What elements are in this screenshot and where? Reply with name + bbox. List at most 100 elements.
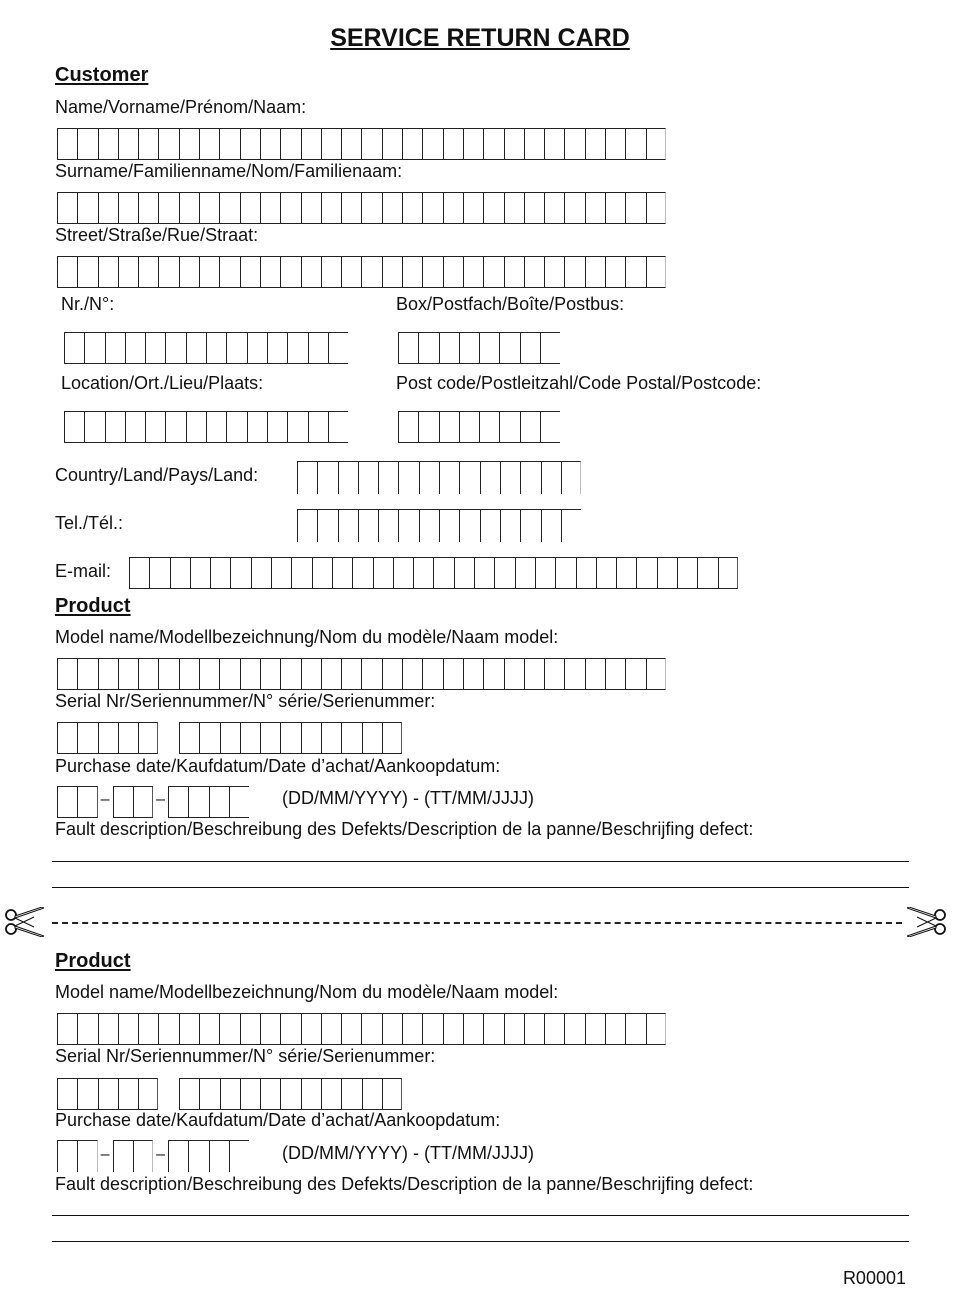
character-cell[interactable] (337, 509, 358, 542)
character-cell[interactable] (398, 461, 419, 494)
character-cell[interactable] (266, 332, 288, 364)
character-cell[interactable] (560, 461, 582, 494)
character-cell[interactable] (523, 658, 545, 690)
character-cell[interactable] (422, 128, 443, 160)
character-cell[interactable] (199, 1013, 220, 1045)
character-cell[interactable] (239, 658, 260, 690)
character-cell[interactable] (138, 722, 159, 754)
character-cell[interactable] (145, 332, 166, 364)
character-cell[interactable] (185, 411, 207, 443)
character-cell[interactable] (280, 1013, 301, 1045)
character-cell[interactable] (188, 786, 209, 818)
character-cell[interactable] (523, 192, 545, 224)
box-field[interactable] (398, 332, 561, 364)
character-cell[interactable] (697, 557, 718, 589)
character-cell[interactable] (178, 658, 200, 690)
name-field[interactable] (57, 128, 666, 160)
character-cell[interactable] (341, 256, 362, 288)
character-cell[interactable] (280, 722, 301, 754)
character-cell[interactable] (132, 786, 154, 818)
character-cell[interactable] (97, 1078, 118, 1110)
character-cell[interactable] (117, 1078, 139, 1110)
character-cell[interactable] (625, 256, 646, 288)
surname-field[interactable] (57, 192, 666, 224)
character-cell[interactable] (453, 557, 475, 589)
character-cell[interactable] (341, 658, 362, 690)
character-cell[interactable] (77, 1078, 98, 1110)
character-cell[interactable] (413, 557, 434, 589)
character-cell[interactable] (57, 1013, 78, 1045)
character-cell[interactable] (483, 658, 504, 690)
character-cell[interactable] (266, 411, 288, 443)
character-cell[interactable] (584, 192, 606, 224)
character-cell[interactable] (287, 332, 308, 364)
character-cell[interactable] (514, 557, 535, 589)
character-cell[interactable] (280, 192, 301, 224)
date-month-field[interactable] (112, 786, 154, 818)
character-cell[interactable] (158, 1013, 179, 1045)
character-cell[interactable] (104, 332, 125, 364)
character-cell[interactable] (145, 411, 166, 443)
character-cell[interactable] (239, 1078, 261, 1110)
character-cell[interactable] (178, 1013, 200, 1045)
character-cell[interactable] (433, 557, 454, 589)
character-cell[interactable] (321, 1078, 342, 1110)
character-cell[interactable] (442, 192, 463, 224)
character-cell[interactable] (138, 192, 159, 224)
character-cell[interactable] (117, 256, 139, 288)
character-cell[interactable] (462, 658, 484, 690)
character-cell[interactable] (625, 1013, 646, 1045)
character-cell[interactable] (206, 332, 227, 364)
character-cell[interactable] (564, 128, 585, 160)
character-cell[interactable] (605, 256, 626, 288)
character-cell[interactable] (499, 332, 520, 364)
character-cell[interactable] (523, 1013, 545, 1045)
character-cell[interactable] (341, 1013, 362, 1045)
character-cell[interactable] (519, 411, 541, 443)
character-cell[interactable] (479, 461, 500, 494)
character-cell[interactable] (219, 128, 240, 160)
character-cell[interactable] (300, 1078, 322, 1110)
character-cell[interactable] (361, 1078, 382, 1110)
character-cell[interactable] (117, 128, 139, 160)
character-cell[interactable] (57, 192, 78, 224)
character-cell[interactable] (520, 461, 541, 494)
character-cell[interactable] (300, 1013, 321, 1045)
character-cell[interactable] (300, 128, 321, 160)
character-cell[interactable] (280, 128, 301, 160)
character-cell[interactable] (462, 1013, 484, 1045)
character-cell[interactable] (519, 332, 541, 364)
character-cell[interactable] (402, 658, 423, 690)
character-cell[interactable] (439, 461, 460, 494)
character-cell[interactable] (625, 658, 646, 690)
character-cell[interactable] (179, 722, 200, 754)
character-cell[interactable] (636, 557, 657, 589)
character-cell[interactable] (57, 1140, 78, 1172)
character-cell[interactable] (656, 557, 678, 589)
character-cell[interactable] (97, 256, 118, 288)
character-cell[interactable] (462, 192, 484, 224)
character-cell[interactable] (77, 722, 98, 754)
character-cell[interactable] (483, 192, 504, 224)
character-cell[interactable] (260, 1078, 281, 1110)
character-cell[interactable] (361, 1013, 382, 1045)
character-cell[interactable] (499, 411, 520, 443)
character-cell[interactable] (361, 658, 382, 690)
character-cell[interactable] (483, 128, 504, 160)
character-cell[interactable] (544, 658, 565, 690)
character-cell[interactable] (77, 786, 98, 818)
character-cell[interactable] (124, 332, 146, 364)
date-day-field[interactable] (57, 1140, 98, 1172)
character-cell[interactable] (381, 1013, 403, 1045)
character-cell[interactable] (165, 411, 186, 443)
character-cell[interactable] (439, 509, 460, 542)
character-cell[interactable] (555, 557, 576, 589)
character-cell[interactable] (605, 192, 626, 224)
character-cell[interactable] (402, 192, 423, 224)
character-cell[interactable] (381, 192, 403, 224)
model-field-bottom[interactable] (57, 1013, 666, 1045)
character-cell[interactable] (199, 256, 220, 288)
character-cell[interactable] (219, 192, 240, 224)
character-cell[interactable] (311, 557, 332, 589)
character-cell[interactable] (341, 192, 362, 224)
